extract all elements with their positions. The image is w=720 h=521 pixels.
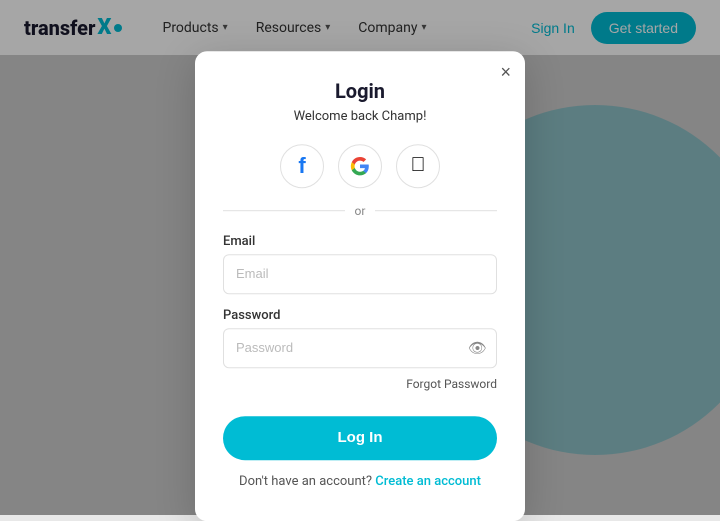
divider: or	[223, 204, 497, 218]
forgot-password-link[interactable]: Forgot Password	[406, 377, 497, 391]
modal-close-button[interactable]: ×	[500, 63, 511, 81]
modal-subtitle: Welcome back Champ!	[223, 109, 497, 124]
divider-line-left	[223, 210, 345, 211]
email-input[interactable]	[223, 254, 497, 294]
social-login-row: f 	[223, 144, 497, 188]
forgot-password-link-wrap: Forgot Password	[223, 373, 497, 392]
signup-row: Don't have an account? Create an account	[223, 474, 497, 489]
login-button[interactable]: Log In	[223, 416, 497, 460]
google-icon	[350, 156, 370, 176]
login-modal: × Login Welcome back Champ! f  or Email	[195, 51, 525, 521]
modal-title: Login	[223, 79, 497, 103]
password-input-wrap: 👁	[223, 328, 497, 368]
create-account-link[interactable]: Create an account	[375, 474, 481, 489]
toggle-password-icon[interactable]: 👁	[468, 339, 487, 357]
password-input[interactable]	[223, 328, 497, 368]
divider-text: or	[355, 204, 366, 218]
password-label: Password	[223, 308, 497, 323]
apple-icon: 	[411, 154, 426, 177]
email-field-group: Email	[223, 234, 497, 294]
google-login-button[interactable]	[338, 144, 382, 188]
email-label: Email	[223, 234, 497, 249]
password-field-group: Password 👁 Forgot Password	[223, 308, 497, 392]
apple-login-button[interactable]: 	[396, 144, 440, 188]
email-input-wrap	[223, 254, 497, 294]
facebook-icon: f	[298, 153, 305, 179]
signup-prompt-text: Don't have an account?	[239, 474, 372, 489]
divider-line-right	[375, 210, 497, 211]
facebook-login-button[interactable]: f	[280, 144, 324, 188]
